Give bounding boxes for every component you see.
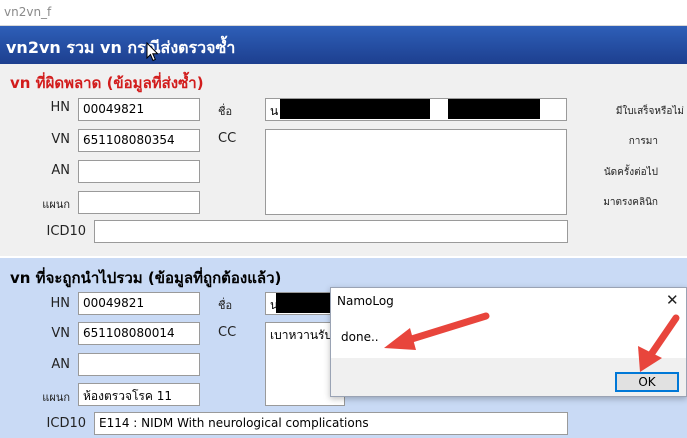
wrong-vn-field[interactable]: 651108080354 bbox=[78, 129, 200, 152]
next-appt-label: นัดครั้งต่อไป bbox=[603, 167, 658, 178]
an-label: AN bbox=[51, 163, 70, 178]
wrong-hn-field[interactable]: 00049821 bbox=[78, 98, 200, 121]
correct-vn-field[interactable]: 651108080014 bbox=[78, 322, 200, 345]
annotation-arrow-icon bbox=[638, 314, 680, 372]
vn-label: VN bbox=[51, 132, 70, 147]
cc-label: CC bbox=[218, 325, 237, 340]
section-correct-title: vn ที่จะถูกนำไปรวม (ข้อมูลที่ถูกต้องแล้ว… bbox=[10, 269, 282, 287]
name-label: ชื่อ bbox=[218, 299, 233, 312]
redaction-bar bbox=[276, 293, 331, 313]
direct-clinic-label: มาตรงคลินิก bbox=[603, 197, 658, 208]
wrong-dept-field[interactable] bbox=[78, 191, 200, 214]
redaction-bar bbox=[280, 99, 430, 119]
an-label: AN bbox=[51, 357, 70, 372]
close-icon[interactable]: ✕ bbox=[666, 291, 679, 309]
name-prefix: น bbox=[270, 104, 279, 118]
cc-label: CC bbox=[218, 131, 237, 146]
annotation-arrow-icon bbox=[384, 312, 490, 350]
name-label: ชื่อ bbox=[218, 105, 233, 118]
dept-label: แผนก bbox=[42, 198, 70, 211]
wrong-an-field[interactable] bbox=[78, 160, 200, 183]
window-titlebar: vn2vn_f bbox=[0, 0, 687, 26]
section-wrong-vn: vn ที่ผิดพลาด (ข้อมูลที่ส่งซ้ำ) HN 00049… bbox=[0, 64, 687, 256]
wrong-icd10-field[interactable] bbox=[94, 220, 568, 243]
dialog-message: done.. bbox=[341, 330, 379, 344]
icd10-label: ICD10 bbox=[46, 416, 86, 431]
correct-an-field[interactable] bbox=[78, 353, 200, 376]
hn-label: HN bbox=[50, 296, 71, 311]
hn-label: HN bbox=[50, 100, 71, 115]
section-wrong-title: vn ที่ผิดพลาด (ข้อมูลที่ส่งซ้ำ) bbox=[10, 74, 204, 92]
receipt-label: มีใบเสร็จหรือไม่ bbox=[615, 106, 684, 117]
window-title: vn2vn_f bbox=[4, 5, 52, 19]
page-title: vn2vn รวม vn กรณีส่งตรวจซ้ำ bbox=[6, 38, 236, 57]
dept-label: แผนก bbox=[42, 391, 70, 404]
vn-label: VN bbox=[51, 326, 70, 341]
correct-icd10-field[interactable]: E114 : NIDM With neurological complicati… bbox=[94, 412, 568, 435]
wrong-cc-field[interactable] bbox=[265, 129, 567, 215]
visit-type-label: การมา bbox=[628, 136, 658, 147]
correct-dept-field[interactable]: ห้องตรวจโรค 11 bbox=[78, 383, 200, 406]
redaction-bar bbox=[448, 99, 540, 119]
correct-hn-field[interactable]: 00049821 bbox=[78, 292, 200, 315]
icd10-label: ICD10 bbox=[46, 224, 86, 239]
mouse-cursor-icon bbox=[146, 42, 159, 62]
header-band: vn2vn รวม vn กรณีส่งตรวจซ้ำ bbox=[0, 26, 687, 64]
dialog-title: NamoLog bbox=[337, 294, 394, 308]
